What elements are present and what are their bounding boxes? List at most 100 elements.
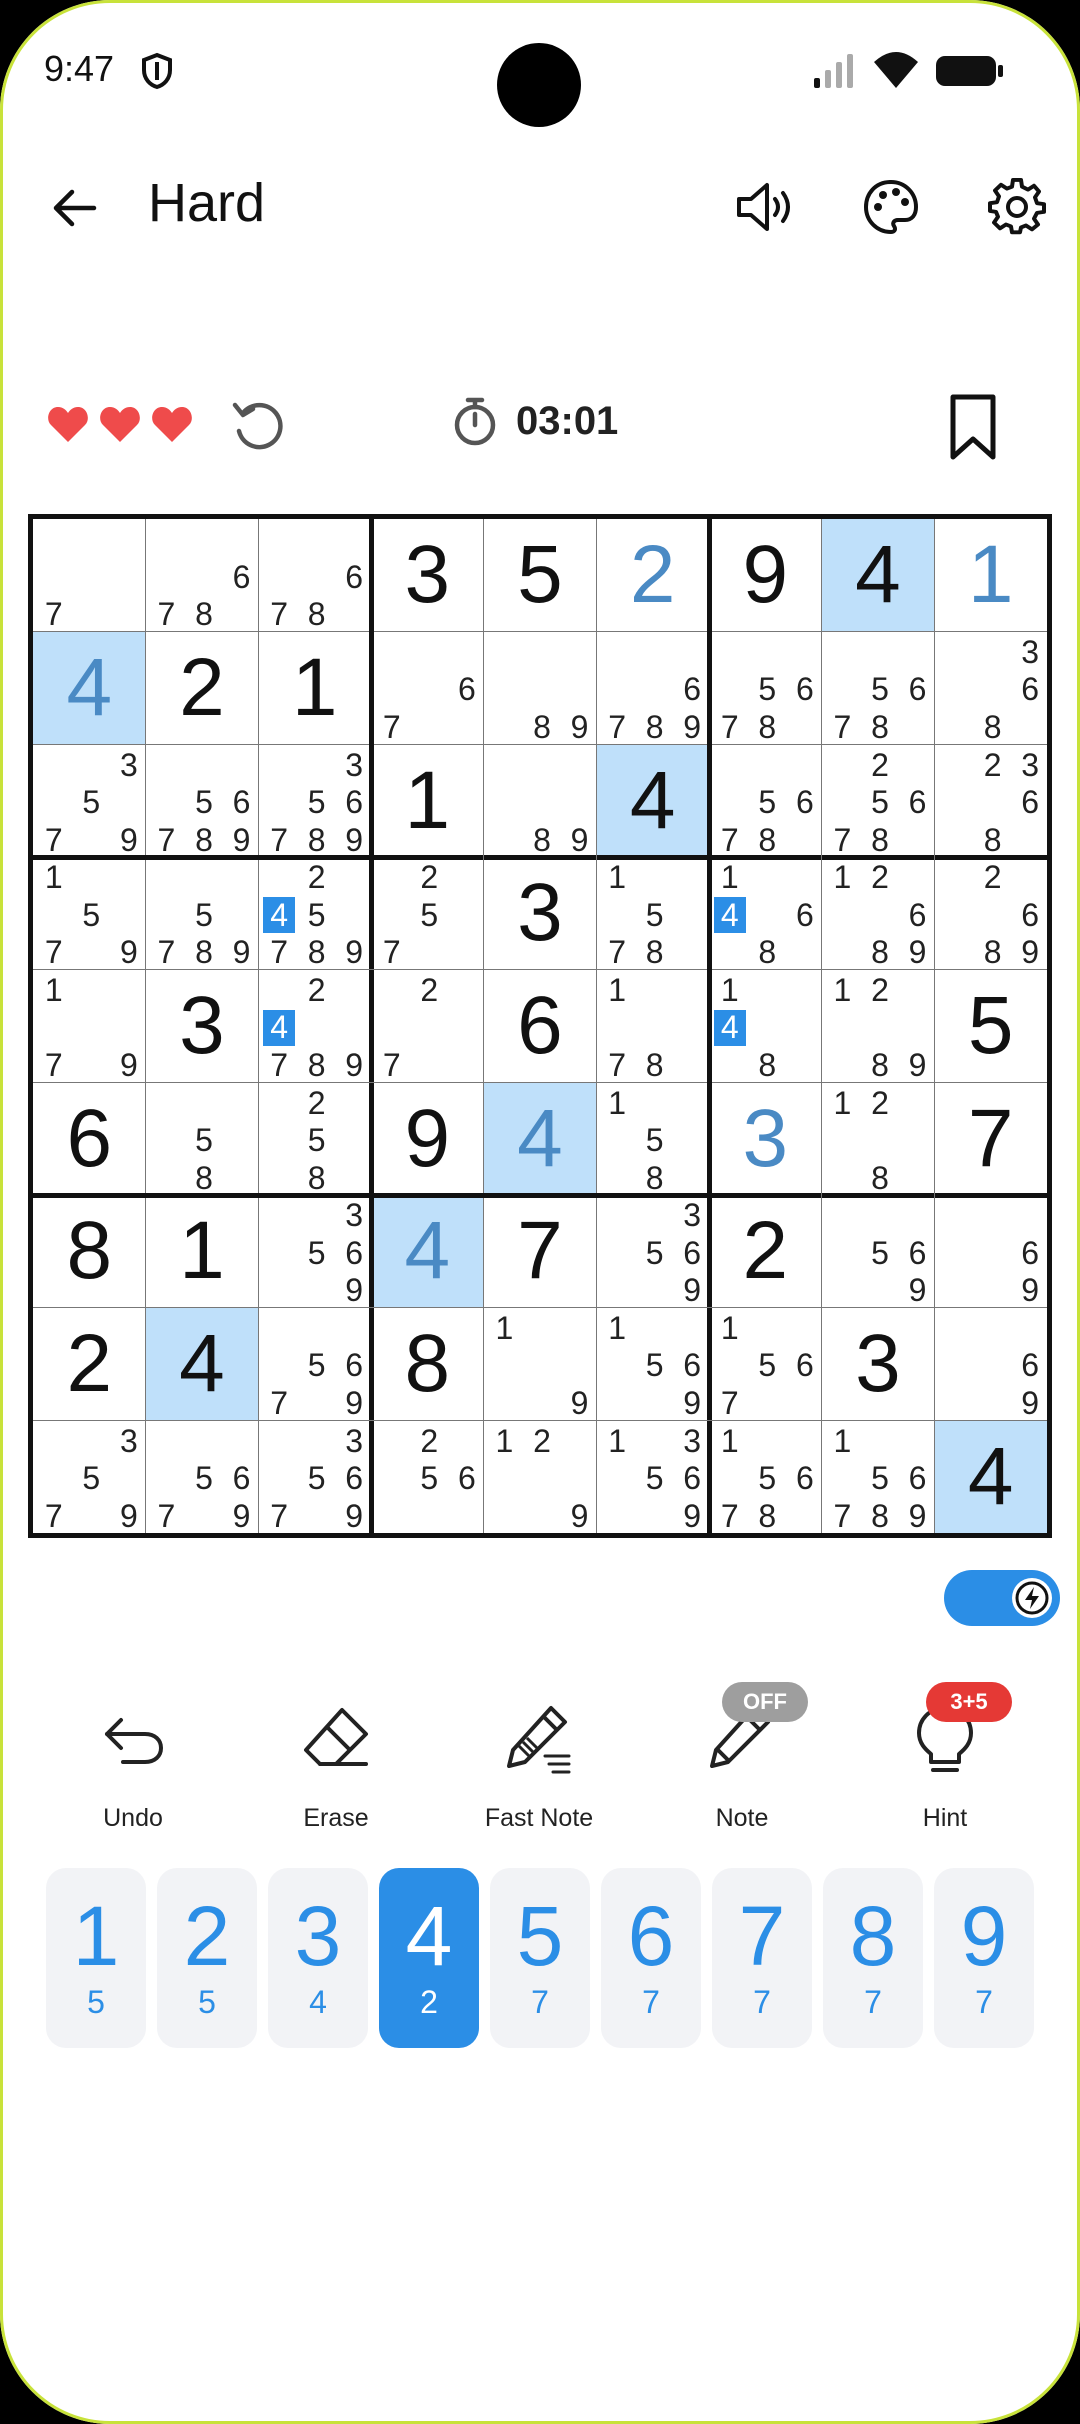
sudoku-cell[interactable]: 56 78 [709, 632, 822, 745]
sudoku-cell[interactable]: 6 789 [596, 632, 709, 745]
sudoku-cell[interactable]: 6 78 [258, 519, 371, 633]
sudoku-cell[interactable]: 2 [596, 519, 709, 632]
sudoku-cell[interactable]: 56 789 [146, 744, 259, 858]
sudoku-cell[interactable]: 245789 [258, 857, 371, 970]
sudoku-cell[interactable]: 24789 [258, 970, 371, 1083]
sudoku-cell[interactable]: 3569 [258, 1195, 371, 1308]
sudoku-cell[interactable]: 56 7 9 [146, 1420, 259, 1534]
sudoku-cell[interactable]: 56 7 9 [258, 1308, 371, 1421]
sudoku-cell[interactable]: 1 [371, 744, 484, 857]
number-key-1[interactable]: 15 [46, 1868, 146, 2048]
number-key-5[interactable]: 57 [490, 1868, 590, 2048]
sudoku-cell[interactable]: 1 [146, 1195, 259, 1308]
sudoku-cell[interactable]: 2 [709, 1195, 822, 1308]
sudoku-cell[interactable]: 69 [934, 1195, 1047, 1309]
sudoku-cell[interactable]: 6 [484, 970, 597, 1083]
sudoku-cell[interactable]: 89 [484, 632, 597, 745]
fast-note-button[interactable]: Fast Note [459, 1700, 619, 1840]
sudoku-cell[interactable]: 89 [484, 744, 597, 858]
sudoku-cell[interactable]: 1569 [596, 1308, 709, 1421]
back-button[interactable] [40, 174, 108, 242]
sudoku-cell[interactable]: 4 [371, 1195, 484, 1308]
sudoku-cell[interactable]: 1 3569 [596, 1420, 709, 1534]
sudoku-cell[interactable]: 3 [484, 857, 597, 970]
sudoku-cell[interactable]: 2 [146, 632, 259, 745]
sudoku-cell[interactable]: 6 [33, 1082, 146, 1195]
sudoku-cell[interactable]: 14 68 [709, 857, 822, 970]
sudoku-cell[interactable]: 12 9 [484, 1420, 597, 1534]
sudoku-cell[interactable]: 12 8 [822, 1082, 935, 1196]
sudoku-cell[interactable]: 4 [934, 1420, 1047, 1533]
erase-button[interactable]: Erase [256, 1700, 416, 1840]
number-key-9[interactable]: 97 [934, 1868, 1034, 2048]
sudoku-cell[interactable]: 58 [146, 1082, 259, 1196]
sudoku-cell[interactable]: 1578 [596, 857, 709, 970]
sudoku-cell[interactable]: 5789 [146, 857, 259, 971]
sudoku-cell[interactable]: 2689 [934, 857, 1047, 970]
sudoku-cell[interactable]: 1 78 [596, 970, 709, 1083]
sudoku-cell[interactable]: 7 [484, 1195, 597, 1308]
sudoku-cell[interactable]: 7 [934, 1082, 1047, 1195]
sudoku-cell[interactable]: 3 [371, 519, 484, 632]
sudoku-cell[interactable]: 4 [483, 1082, 597, 1195]
bookmark-button[interactable] [940, 390, 1006, 466]
settings-button[interactable] [982, 172, 1052, 242]
sudoku-cell[interactable]: 256 [371, 1420, 484, 1533]
sudoku-cell[interactable]: 27 [371, 970, 484, 1083]
sudoku-cell[interactable]: 256 78 [822, 744, 935, 858]
number-key-7[interactable]: 77 [712, 1868, 812, 2048]
sudoku-cell[interactable]: 2368 [934, 744, 1047, 858]
sudoku-cell[interactable]: 4 [821, 519, 935, 632]
number-key-4[interactable]: 42 [379, 1868, 479, 2048]
sudoku-cell[interactable]: 3569 [596, 1195, 709, 1308]
sudoku-cell[interactable]: 257 [371, 857, 484, 970]
sudoku-cell[interactable]: 4 [596, 744, 709, 857]
sudoku-cell[interactable]: 156 78 [709, 1420, 822, 1534]
sudoku-cell[interactable]: 3 [146, 970, 259, 1083]
sudoku-cell[interactable]: 3 [822, 1308, 935, 1421]
sudoku-cell[interactable]: 9 [709, 519, 822, 632]
sudoku-cell[interactable]: 357 9 [33, 744, 146, 858]
sudoku-cell[interactable]: 12 89 [822, 970, 935, 1083]
undo-button[interactable]: Undo [53, 1700, 213, 1840]
sudoku-cell[interactable]: 8 [33, 1195, 146, 1308]
sudoku-cell[interactable]: 56 78 [822, 632, 935, 745]
sudoku-cell[interactable]: 4 [145, 1307, 259, 1421]
number-key-6[interactable]: 67 [601, 1868, 701, 2048]
sudoku-cell[interactable]: 258 [258, 1082, 371, 1196]
restart-button[interactable] [226, 394, 292, 460]
sudoku-cell[interactable]: 12689 [822, 857, 935, 970]
sudoku-cell[interactable]: 1 [934, 519, 1047, 632]
sudoku-cell[interactable]: 148 [709, 970, 822, 1083]
auto-mode-toggle[interactable] [944, 1570, 1060, 1626]
sudoku-cell[interactable]: 1 7 9 [33, 970, 146, 1083]
sudoku-cell[interactable]: 8 [371, 1308, 484, 1421]
sound-button[interactable] [730, 172, 800, 242]
sudoku-cell[interactable]: 158 [596, 1082, 709, 1196]
sudoku-cell[interactable]: 4 [33, 631, 146, 745]
sudoku-cell[interactable]: 3 [709, 1082, 822, 1195]
sudoku-cell[interactable]: 9 [371, 1082, 484, 1195]
sudoku-cell[interactable]: 1579 [33, 857, 146, 970]
sudoku-cell[interactable]: 356 7 9 [258, 1420, 371, 1534]
sudoku-cell[interactable]: 156 789 [822, 1420, 935, 1534]
sudoku-cell[interactable]: 67 [371, 632, 484, 745]
sudoku-cell[interactable]: 2 [33, 1308, 146, 1421]
sudoku-cell[interactable]: 19 [484, 1308, 597, 1421]
theme-button[interactable] [856, 172, 926, 242]
sudoku-cell[interactable]: 1 [258, 632, 371, 745]
sudoku-cell[interactable]: 56 78 [709, 744, 822, 858]
sudoku-cell[interactable]: 5 [934, 970, 1047, 1083]
number-key-3[interactable]: 34 [268, 1868, 368, 2048]
sudoku-cell[interactable]: 6 78 [146, 519, 259, 633]
sudoku-cell[interactable]: 569 [822, 1195, 935, 1309]
sudoku-cell[interactable]: 1567 [709, 1308, 822, 1421]
sudoku-cell[interactable]: 69 [934, 1308, 1047, 1421]
sudoku-cell[interactable]: 357 9 [33, 1420, 146, 1534]
sudoku-cell[interactable]: 356 789 [258, 744, 371, 858]
number-key-8[interactable]: 87 [823, 1868, 923, 2048]
sudoku-cell[interactable]: 5 [484, 519, 597, 632]
sudoku-cell[interactable]: 368 [934, 632, 1047, 745]
number-key-2[interactable]: 25 [157, 1868, 257, 2048]
sudoku-cell[interactable]: 7 [33, 519, 146, 632]
